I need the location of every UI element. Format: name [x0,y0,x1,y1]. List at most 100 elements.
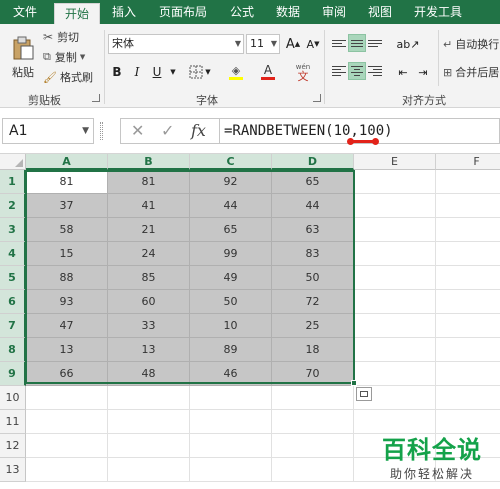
align-center-icon[interactable] [348,62,366,80]
column-header-e[interactable]: E [354,154,436,170]
select-all-corner[interactable] [0,154,26,170]
grid-cell[interactable]: 93 [26,290,108,314]
grid-cell[interactable]: 48 [108,362,190,386]
grid-cell[interactable]: 15 [26,242,108,266]
grid-cell[interactable]: 49 [190,266,272,290]
align-middle-icon[interactable] [348,34,366,52]
grid-cell[interactable]: 81 [108,170,190,194]
chevron-down-icon[interactable]: ▼ [271,35,277,53]
grid-cell[interactable] [354,170,436,194]
grid-cell[interactable] [354,194,436,218]
grid-cell[interactable]: 92 [190,170,272,194]
column-header-b[interactable]: B [108,154,190,170]
grid-cell[interactable] [108,434,190,458]
shrink-font-button[interactable]: A ▼ [304,34,322,54]
grid-cell[interactable]: 13 [26,338,108,362]
grid-cell[interactable] [436,290,500,314]
tab-insert[interactable]: 插入 [104,0,144,24]
grid-cell[interactable]: 81 [26,170,108,194]
grid-cell[interactable]: 44 [272,194,354,218]
grid-cell[interactable] [436,362,500,386]
grid-cell[interactable]: 70 [272,362,354,386]
underline-button[interactable]: U [148,62,166,82]
chevron-down-icon[interactable]: ▼ [82,119,89,143]
font-size-combo[interactable]: 11 ▼ [246,34,280,54]
align-right-icon[interactable] [366,62,384,80]
format-painter-button[interactable]: 🖌 格式刷 [42,68,100,86]
tab-formulas[interactable]: 公式 [222,0,262,24]
grid-cell[interactable] [436,314,500,338]
fill-handle[interactable] [351,380,357,386]
grid-cell[interactable]: 25 [272,314,354,338]
grid-cell[interactable] [354,362,436,386]
font-dialog-launcher[interactable] [313,94,321,102]
borders-button[interactable]: ▼ [186,62,214,82]
grid-cell[interactable]: 50 [272,266,354,290]
row-header[interactable]: 1 [0,170,26,194]
row-header[interactable]: 8 [0,338,26,362]
grid-cell[interactable] [272,434,354,458]
grid-cell[interactable] [436,194,500,218]
grid-cell[interactable] [190,458,272,482]
grid-cell[interactable] [272,458,354,482]
chevron-down-icon[interactable]: ▼ [168,62,178,82]
increase-indent-button[interactable]: ⇥ [414,62,432,82]
grid-cell[interactable]: 89 [190,338,272,362]
chevron-down-icon[interactable]: ▼ [235,35,241,53]
file-menu[interactable]: 文件 [0,0,50,24]
grid-cell[interactable] [354,242,436,266]
grid-cell[interactable]: 58 [26,218,108,242]
grid-cell[interactable] [436,242,500,266]
grid-cell[interactable] [190,434,272,458]
align-top-icon[interactable] [330,34,348,52]
grid-cell[interactable] [26,434,108,458]
splitter-handle[interactable] [100,122,103,140]
column-header-a[interactable]: A [26,154,108,170]
tab-developer[interactable]: 开发工具 [408,0,468,24]
grid-cell[interactable]: 46 [190,362,272,386]
grid-cell[interactable] [354,290,436,314]
row-header[interactable]: 10 [0,386,26,410]
grid-cell[interactable] [190,410,272,434]
grid-cell[interactable] [190,386,272,410]
grid-cell[interactable] [436,218,500,242]
clipboard-dialog-launcher[interactable] [92,94,100,102]
grid-cell[interactable]: 44 [190,194,272,218]
grid-cell[interactable] [436,266,500,290]
phonetic-button[interactable]: wén 文 [290,62,316,82]
align-bottom-icon[interactable] [366,34,384,52]
grid-cell[interactable] [108,410,190,434]
row-header[interactable]: 5 [0,266,26,290]
row-header[interactable]: 11 [0,410,26,434]
column-header-c[interactable]: C [190,154,272,170]
grid-cell[interactable]: 10 [190,314,272,338]
grid-cell[interactable]: 24 [108,242,190,266]
column-header-f[interactable]: F [436,154,500,170]
grid-cell[interactable]: 37 [26,194,108,218]
tab-data[interactable]: 数据 [268,0,308,24]
grid-cell[interactable] [272,410,354,434]
grid-cell[interactable]: 85 [108,266,190,290]
column-header-d[interactable]: D [272,154,354,170]
grid-cell[interactable] [436,170,500,194]
grid-cell[interactable]: 33 [108,314,190,338]
grid-cell[interactable]: 72 [272,290,354,314]
grid-cell[interactable] [436,386,500,410]
wrap-text-button[interactable]: ↵ 自动换行 [442,34,500,54]
grid-cell[interactable] [354,218,436,242]
tab-review[interactable]: 审阅 [314,0,354,24]
grid-cell[interactable]: 99 [190,242,272,266]
tab-view[interactable]: 视图 [360,0,400,24]
row-header[interactable]: 9 [0,362,26,386]
grid-cell[interactable]: 13 [108,338,190,362]
grid-cell[interactable] [26,410,108,434]
quick-analysis-button[interactable] [356,387,372,401]
grid-cell[interactable] [354,338,436,362]
grid-cell[interactable] [26,458,108,482]
grid-cell[interactable]: 18 [272,338,354,362]
font-color-button[interactable]: A [254,62,282,82]
paste-button[interactable]: 粘贴 [8,30,38,86]
grid-cell[interactable] [272,386,354,410]
fill-color-button[interactable]: ◈ [222,62,250,82]
align-left-icon[interactable] [330,62,348,80]
